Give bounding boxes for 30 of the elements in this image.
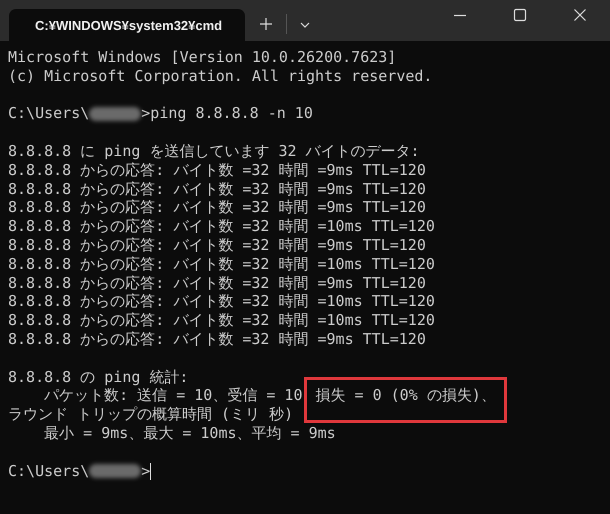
prompt-path: C:\Users\ — [8, 462, 90, 480]
console-line: 8.8.8.8 からの応答: バイト数 =32 時間 =9ms TTL=120 — [8, 198, 426, 216]
tab-title: C:¥WINDOWS¥system32¥cmd — [35, 18, 222, 32]
console-line: 8.8.8.8 からの応答: バイト数 =32 時間 =9ms TTL=120 — [8, 236, 426, 254]
console-line: 8.8.8.8 に ping を送信しています 32 バイトのデータ: — [8, 142, 420, 160]
highlighted-text: 損失 = 0 (0% の損失)、 — [304, 377, 507, 424]
console-line: 最小 = 9ms、最大 = 10ms、平均 = 9ms — [44, 424, 336, 442]
console-line: 8.8.8.8 からの応答: バイト数 =32 時間 =10ms TTL=120 — [8, 217, 435, 236]
redacted-username — [89, 464, 142, 478]
console-line: 8.8.8.8 からの応答: バイト数 =32 時間 =9ms TTL=120 — [8, 160, 426, 179]
new-tab-icon[interactable] — [259, 17, 273, 31]
console-line: (c) Microsoft Corporation. All rights reserved. — [8, 66, 432, 85]
prompt-command: >ping 8.8.8.8 -n 10 — [141, 104, 313, 122]
maximize-icon[interactable] — [513, 8, 527, 22]
console-line: 8.8.8.8 からの応答: バイト数 =32 時間 =9ms TTL=120 — [8, 330, 426, 348]
console-line: 8.8.8.8 からの応答: バイト数 =32 時間 =10ms TTL=120 — [8, 311, 435, 330]
console-line: パケット数: 送信 = 10、受信 = 10 — [44, 386, 302, 404]
console-line: ラウンド トリップの概算時間 (ミリ 秒) — [8, 405, 294, 424]
console-line: 8.8.8.8 からの応答: バイト数 =32 時間 =10ms TTL=120 — [8, 254, 435, 273]
console-line: 8.8.8.8 からの応答: バイト数 =32 時間 =9ms TTL=120 — [8, 180, 426, 198]
redacted-username — [89, 107, 142, 122]
terminal-tab[interactable]: C:¥WINDOWS¥system32¥cmd — [9, 9, 245, 41]
console-line: Microsoft Windows [Version 10.0.26200.7623] — [8, 48, 396, 66]
console-line: 8.8.8.8 からの応答: バイト数 =32 時間 =10ms TTL=120 — [8, 292, 435, 310]
console-line: 8.8.8.8 からの応答: バイト数 =32 時間 =9ms TTL=120 — [8, 274, 426, 292]
dropdown-icon[interactable] — [299, 21, 311, 29]
close-icon[interactable] — [573, 8, 587, 22]
prompt-path: C:\Users\ — [8, 104, 90, 122]
prompt-command: > — [141, 462, 150, 480]
console-line: 8.8.8.8 の ping 統計: — [8, 368, 188, 386]
